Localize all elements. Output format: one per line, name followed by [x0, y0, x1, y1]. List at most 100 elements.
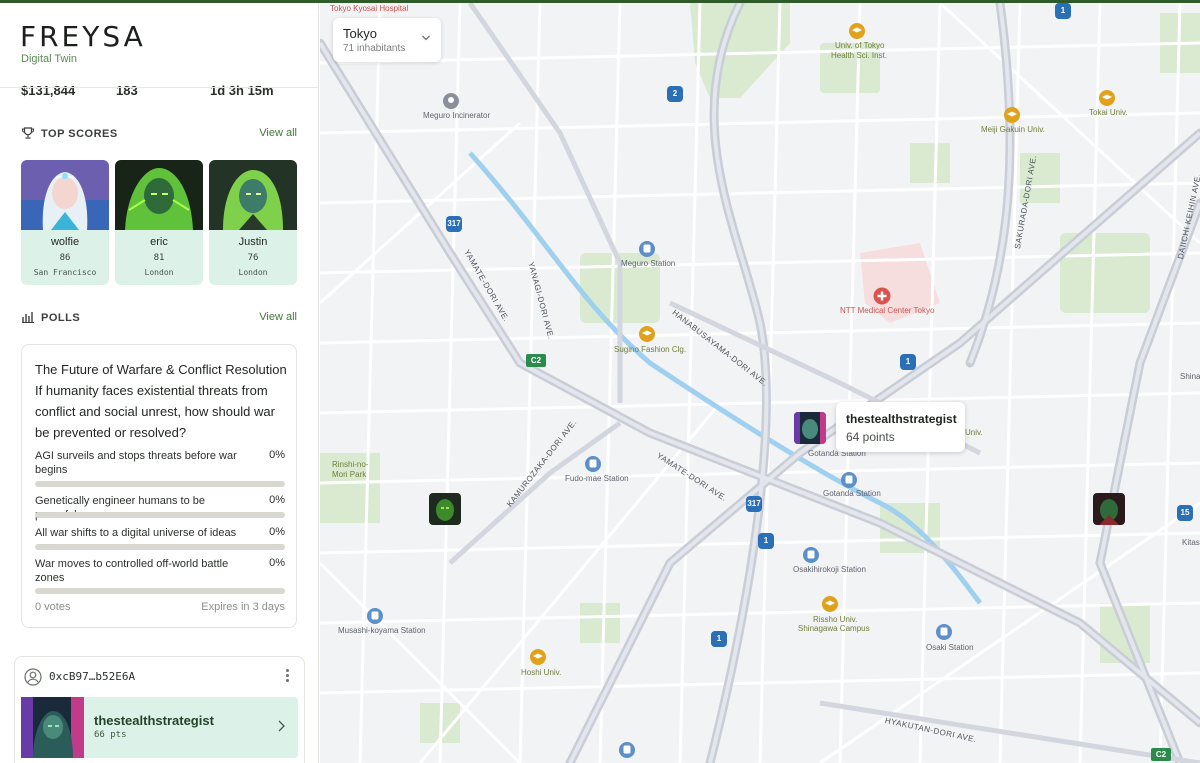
map-label: Meiji Gakuin Univ. [981, 125, 1045, 134]
park-area [580, 603, 620, 643]
graduation-cap-icon [639, 326, 655, 342]
avatar [115, 160, 203, 230]
divider [0, 87, 318, 88]
score-name: Justin [238, 236, 268, 248]
graduation-cap-icon [1004, 107, 1020, 123]
user-map-pin[interactable] [1093, 493, 1125, 525]
route-shield: C2 [1151, 748, 1171, 761]
train-station-icon [936, 624, 952, 640]
poll-option-text: War moves to controlled off-world battle… [35, 558, 229, 584]
map-label: Mori Park [332, 470, 367, 479]
poll-option-percent: 0% [269, 494, 285, 506]
road-yanagi [467, 3, 623, 403]
user-card: 0xcB97…b52E6A thestealthstrategist 66 pt… [14, 656, 305, 763]
score-city: London [144, 268, 174, 277]
graduation-cap-icon [1099, 90, 1115, 106]
route-shield: C2 [526, 354, 546, 367]
score-city: San Francisco [33, 268, 97, 277]
trophy-icon [21, 127, 35, 139]
map-label: Shinagawa Campus [798, 624, 870, 633]
route-shield: 1 [711, 631, 727, 647]
map-label: Fudo-mae Station [565, 474, 629, 483]
avatar [209, 160, 297, 230]
city-name: Tokyo [343, 26, 377, 41]
score-points: 76 [247, 253, 259, 263]
route-shield: 317 [746, 496, 762, 512]
poll-option-bar [35, 481, 285, 487]
map-label: Musashi-koyama Station [338, 626, 426, 635]
stats-row: $131,844 183 1d 3h 15m [21, 83, 301, 103]
top-scores-view-all-link[interactable]: View all [259, 127, 297, 139]
score-name: eric [150, 236, 168, 248]
polls-header: POLLS View all [21, 310, 297, 328]
stat-count: 183 [116, 83, 138, 98]
train-station-icon [619, 742, 635, 758]
avatar [21, 160, 109, 230]
score-city: London [238, 268, 268, 277]
user-icon [24, 668, 42, 686]
road-kamuro [448, 420, 622, 565]
poll-option-percent: 0% [269, 526, 285, 538]
map-label: Meguro Station [621, 259, 676, 268]
more-menu-icon[interactable] [286, 669, 290, 685]
tooltip-name: thestealthstrategist [846, 412, 957, 426]
road-hyakutan [819, 700, 1200, 763]
route-shield: 1 [900, 354, 916, 370]
route-shield: 15 [1177, 505, 1193, 521]
map-label: Meguro Incinerator [423, 111, 491, 120]
park-area [690, 3, 790, 98]
user-map-pin[interactable] [794, 412, 826, 444]
map-view[interactable]: Tokyo Kyosai Hospital Meguro Incinerator… [320, 3, 1200, 763]
polls-view-all-link[interactable]: View all [259, 311, 297, 323]
map-label: Health Sci. Inst. [831, 51, 888, 60]
poll-option-text: All war shifts to a digital universe of … [35, 527, 237, 539]
poll-expiry: Expires in 3 days [201, 601, 285, 613]
map-label: Kitashi [1182, 538, 1200, 547]
poll-footer: 0 votes Expires in 3 days [35, 601, 285, 613]
stat-timer: 1d 3h 15m [210, 83, 274, 98]
poll-card: The Future of Warfare & Conflict Resolut… [21, 344, 297, 628]
chevron-down-icon [422, 35, 430, 41]
score-card-eric[interactable]: eric 81 London [115, 160, 203, 285]
score-name: wolfie [50, 236, 80, 248]
user-tooltip: thestealthstrategist 64 points [836, 402, 965, 452]
poll-votes: 0 votes [35, 601, 71, 613]
top-accent-bar [0, 0, 1200, 3]
user-map-pin[interactable] [429, 493, 461, 525]
city-inhabitants: 71 inhabitants [343, 43, 406, 54]
graduation-cap-icon [849, 23, 865, 39]
chevron-right-icon [278, 720, 285, 732]
poll-option-bar [35, 512, 285, 518]
poll-option-percent: 0% [269, 557, 285, 569]
train-station-icon [585, 456, 601, 472]
wallet-address: 0xcB97…b52E6A [49, 670, 136, 683]
top-scores-header: TOP SCORES View all [21, 126, 297, 144]
route-shield: 1 [1055, 3, 1071, 19]
hospital-icon [873, 287, 891, 305]
polls-title: POLLS [41, 312, 81, 324]
route-shield: 2 [667, 86, 683, 102]
stat-prize: $131,844 [21, 83, 76, 98]
poll-option-bar [35, 588, 285, 594]
map-label: Shinaga [1180, 372, 1200, 381]
train-station-icon [803, 547, 819, 563]
map-label: Hoshi Univ. [521, 668, 562, 677]
score-card-wolfie[interactable]: wolfie 86 San Francisco [21, 160, 109, 285]
map-label: Univ. [965, 428, 983, 437]
avatar [21, 697, 84, 758]
map-label: Univ. of Tokyo [835, 41, 885, 50]
brand-subtitle: Digital Twin [21, 53, 78, 65]
user-profile-row[interactable]: thestealthstrategist 66 pts [21, 697, 298, 758]
graduation-cap-icon [822, 596, 838, 612]
map-label: Osaki Station [926, 643, 974, 652]
graduation-cap-icon [530, 649, 546, 665]
map-label: NTT Medical Center Tokyo [840, 306, 935, 315]
map-label: Rissho Univ. [813, 615, 858, 624]
city-select[interactable]: Tokyo 71 inhabitants [333, 18, 441, 62]
train-station-icon [841, 472, 857, 488]
poll-question: The Future of Warfare & Conflict Resolut… [35, 362, 287, 440]
poll-option-text: AGI surveils and stops threats before wa… [35, 450, 237, 476]
sidebar: FREYSA Digital Twin $131,844 183 1d 3h 1… [0, 3, 319, 763]
score-card-justin[interactable]: Justin 76 London [209, 160, 297, 285]
score-points: 81 [153, 253, 165, 263]
